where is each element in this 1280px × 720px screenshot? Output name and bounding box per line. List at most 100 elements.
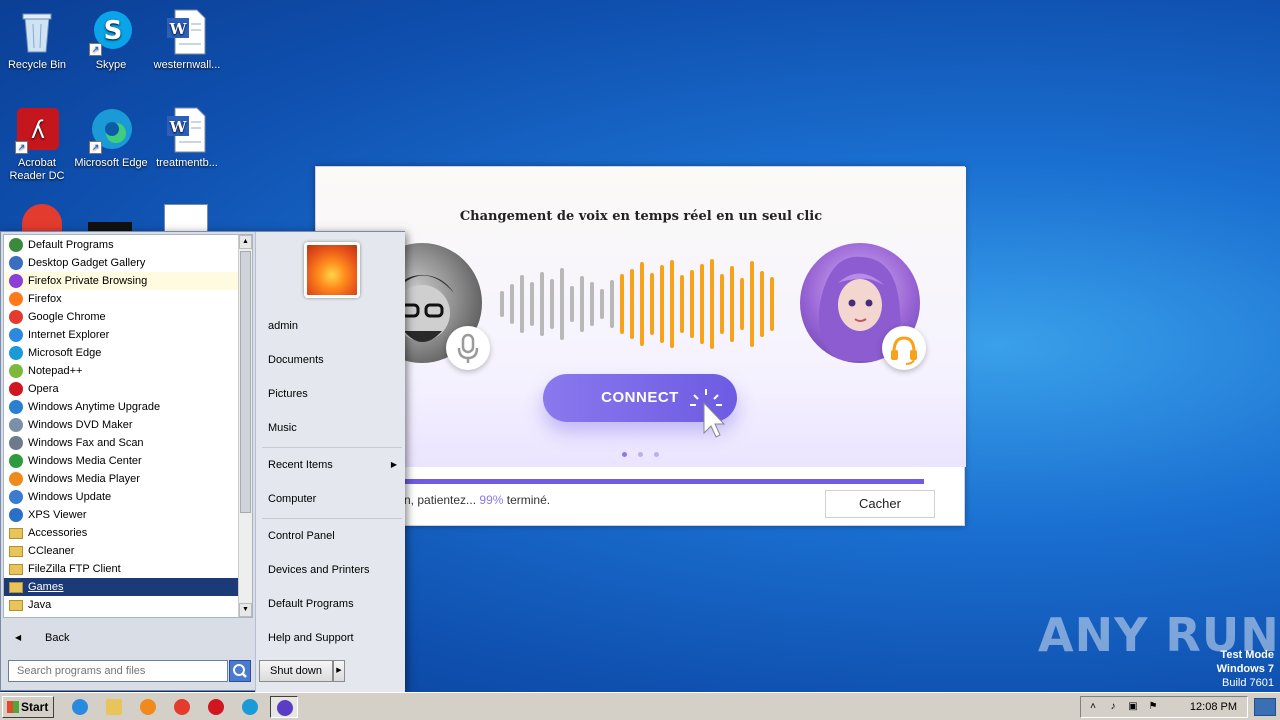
desktop-icon-westernwall[interactable]: W westernwall... [150, 8, 224, 72]
carousel-dot[interactable] [622, 452, 627, 457]
explorer-folder-icon[interactable] [100, 696, 128, 718]
search-programs-input[interactable] [8, 660, 228, 682]
program-item[interactable]: Windows Anytime Upgrade [4, 398, 240, 416]
program-icon [9, 508, 23, 522]
desktop-icon-skype[interactable]: S ↗ Skype [74, 8, 148, 72]
shut-down-button[interactable]: Shut down [259, 660, 333, 682]
program-item[interactable]: Windows Update [4, 488, 240, 506]
taskbar-app-glyph [208, 699, 224, 715]
network-icon[interactable]: ▣ [1127, 701, 1139, 713]
computer-link[interactable]: Computer [261, 484, 403, 514]
word-document-icon: W [163, 106, 211, 154]
taskbar-app-glyph [72, 699, 88, 715]
waveform-bar [540, 272, 544, 336]
show-desktop-button[interactable] [1254, 698, 1276, 716]
program-item[interactable]: Windows Fax and Scan [4, 434, 240, 452]
cursor-click-icon [690, 389, 726, 438]
internet-explorer-icon[interactable] [66, 696, 94, 718]
back-button[interactable]: ◀ Back [3, 625, 253, 651]
desktop-icon-edge[interactable]: ↗ Microsoft Edge [74, 106, 148, 170]
test-mode-notice: Test Mode Windows 7 Build 7601 [1217, 648, 1274, 690]
program-item[interactable]: Microsoft Edge [4, 344, 240, 362]
program-item[interactable]: Notepad++ [4, 362, 240, 380]
waveform-bar [600, 289, 604, 319]
waveform-bar [620, 274, 624, 334]
program-label: Firefox Private Browsing [28, 275, 148, 287]
program-item[interactable]: Windows Media Player [4, 470, 240, 488]
voice-changer-app-icon[interactable] [270, 696, 298, 718]
recent-items-link[interactable]: Recent Items ▶ [261, 450, 403, 480]
volume-icon[interactable]: ♪ [1107, 701, 1119, 713]
documents-link[interactable]: Documents [261, 345, 403, 375]
scroll-thumb[interactable] [240, 251, 251, 513]
windows-logo-icon [7, 701, 19, 713]
start-menu: Default Programs Desktop Gadget Gallery Fi… [0, 231, 405, 692]
program-item[interactable]: Windows DVD Maker [4, 416, 240, 434]
scroll-down-arrow-icon[interactable]: ▼ [239, 603, 252, 617]
program-item[interactable]: Internet Explorer [4, 326, 240, 344]
user-folder-link[interactable]: admin [261, 311, 403, 341]
hide-button[interactable]: Cacher [825, 490, 935, 518]
word-document-icon[interactable] [164, 204, 208, 232]
devices-printers-link[interactable]: Devices and Printers [261, 555, 403, 585]
program-item[interactable]: Opera [4, 380, 240, 398]
search-icon[interactable] [229, 660, 251, 682]
program-icon [9, 346, 23, 360]
program-icon [9, 436, 23, 450]
edge-icon[interactable] [236, 696, 264, 718]
program-icon [9, 292, 23, 306]
start-button[interactable]: Start [2, 696, 54, 718]
action-center-flag-icon[interactable]: ⚑ [1147, 701, 1159, 713]
program-item[interactable]: Default Programs [4, 236, 240, 254]
opera-icon[interactable] [202, 696, 230, 718]
program-list-scrollbar[interactable]: ▲ ▼ [238, 235, 252, 617]
help-support-link[interactable]: Help and Support [261, 623, 403, 653]
program-item[interactable]: Desktop Gadget Gallery [4, 254, 240, 272]
progress-status: n, patientez... 99% terminé. [404, 493, 550, 507]
user-picture[interactable] [304, 242, 360, 298]
svg-text:W: W [169, 118, 188, 136]
program-item[interactable]: Firefox Private Browsing [4, 272, 240, 290]
default-programs-link[interactable]: Default Programs [261, 589, 403, 619]
carousel-dot[interactable] [638, 452, 643, 457]
waveform-bar [700, 264, 704, 344]
media-player-icon[interactable] [134, 696, 162, 718]
svg-text:S: S [104, 16, 123, 46]
program-item[interactable]: Google Chrome [4, 308, 240, 326]
headset-icon [882, 326, 926, 370]
back-label: Back [45, 632, 70, 644]
chrome-icon[interactable] [168, 696, 196, 718]
program-item[interactable]: FileZilla FTP Client [4, 560, 240, 578]
program-item[interactable]: Java [4, 596, 240, 614]
program-item[interactable]: XPS Viewer [4, 506, 240, 524]
desktop-icon-recycle-bin[interactable]: Recycle Bin [0, 8, 74, 72]
program-item[interactable]: Accessories [4, 524, 240, 542]
pictures-link[interactable]: Pictures [261, 379, 403, 409]
desktop-icon-label: Recycle Bin [7, 59, 67, 71]
chrome-icon[interactable] [22, 204, 62, 232]
program-item[interactable]: CCleaner [4, 542, 240, 560]
waveform-bar [670, 260, 674, 348]
show-hidden-icons-icon[interactable]: ˄ [1087, 701, 1099, 713]
music-link[interactable]: Music [261, 413, 403, 443]
program-item[interactable]: Games [4, 578, 240, 596]
desktop-icon-treatmentb[interactable]: W treatmentb... [150, 106, 224, 170]
waveform-bar [640, 262, 644, 346]
acrobat-reader-icon: ʎ ↗ [13, 106, 61, 154]
desktop-icon-acrobat[interactable]: ʎ ↗ Acrobat Reader DC [0, 106, 74, 183]
control-panel-link[interactable]: Control Panel [261, 521, 403, 551]
program-item[interactable]: Windows Media Center [4, 452, 240, 470]
program-icon [9, 274, 23, 288]
progress-suffix: terminé. [506, 493, 551, 507]
folder-icon [9, 546, 23, 557]
program-icon [9, 256, 23, 270]
program-label: XPS Viewer [28, 509, 87, 521]
carousel-dot[interactable] [654, 452, 659, 457]
shutdown-options-arrow-icon[interactable]: ▶ [333, 660, 345, 682]
folder-icon [9, 600, 23, 611]
program-item[interactable]: Firefox [4, 290, 240, 308]
program-label: Games [28, 581, 64, 593]
clock[interactable]: 12:08 PM [1190, 697, 1237, 717]
scroll-up-arrow-icon[interactable]: ▲ [239, 235, 252, 249]
voice-changer-installer-window: Changement de voix en temps réel en un s… [315, 166, 966, 526]
